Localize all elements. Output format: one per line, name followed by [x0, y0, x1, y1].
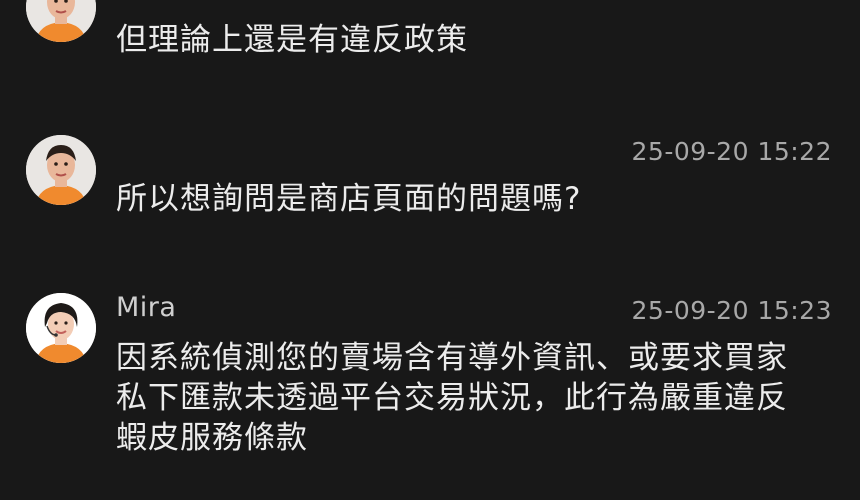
user-avatar-icon — [26, 0, 96, 42]
sender-name: Mira — [116, 292, 177, 323]
message-text: 因系統偵測您的賣場含有導外資訊、或要求買家 私下匯款未透過平台交易狀況，此行為嚴… — [116, 340, 788, 456]
user-avatar[interactable] — [26, 0, 96, 42]
user-avatar-icon — [26, 135, 96, 205]
message-timestamp: 25-09-20 15:22 — [631, 137, 832, 166]
agent-avatar[interactable] — [26, 293, 96, 363]
message-timestamp: 25-09-20 15:23 — [631, 296, 832, 325]
user-avatar[interactable] — [26, 135, 96, 205]
message-text: 所以想詢問是商店頁面的問題嗎? — [116, 181, 582, 217]
message-text: 但理論上還是有違反政策 — [116, 22, 468, 58]
agent-avatar-icon — [26, 293, 96, 363]
